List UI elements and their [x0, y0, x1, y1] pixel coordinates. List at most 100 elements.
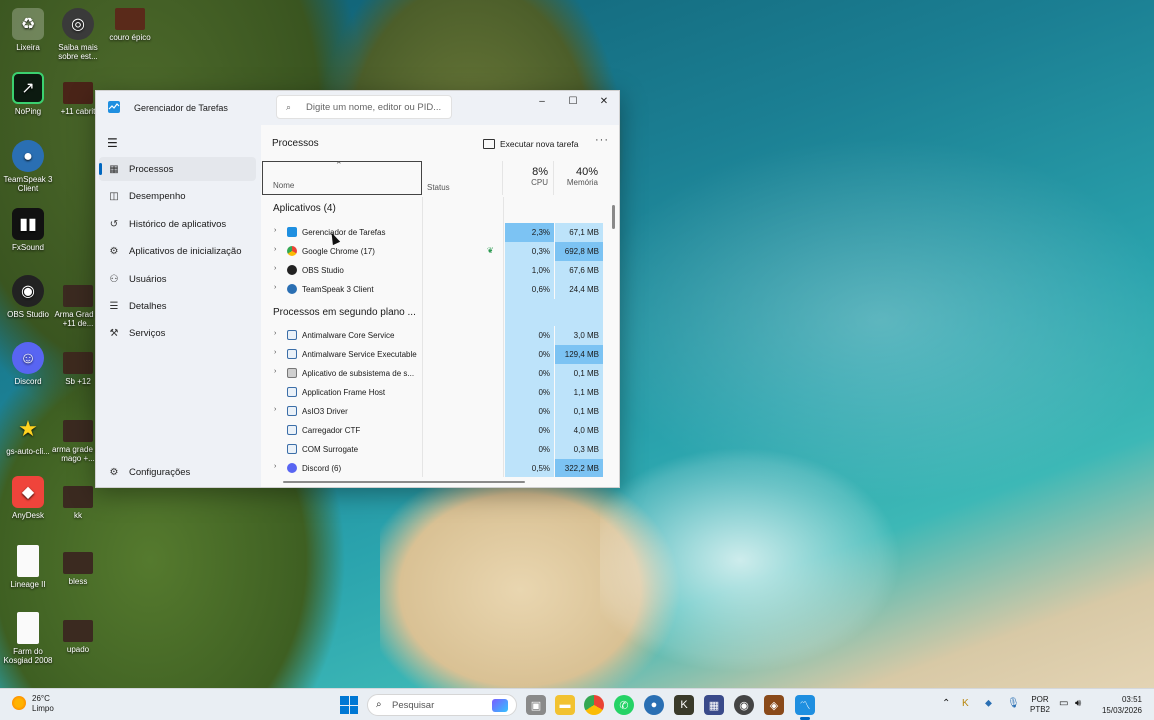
image-thumbnail-icon [63, 285, 93, 307]
chevron-right-icon[interactable]: › [274, 265, 276, 272]
image-thumbnail-icon [115, 8, 145, 30]
taskbar: 26°C Limpo ⌕ Pesquisar ▣ ▬ ✆ ● K ▦ ◉ ◈ 〽… [0, 688, 1154, 720]
desktop-icon-teamspeak[interactable]: ● TeamSpeak 3 Client [0, 140, 56, 193]
desktop-icon-couro-epico[interactable]: couro épico [102, 8, 158, 42]
desktop-icon-fxsound[interactable]: ▮▮ FxSound [0, 208, 56, 252]
chevron-right-icon[interactable]: › [274, 227, 276, 234]
language-indicator[interactable]: POR PTB2 [1030, 695, 1050, 715]
task-manager-taskbar-icon[interactable]: 〽 [795, 695, 815, 720]
sidebar-item-label: Usuários [129, 273, 167, 285]
process-row[interactable]: › OBS Studio 1,0% 67,6 MB [261, 261, 603, 280]
sidebar-item-servicos[interactable]: ⚒ Serviços [99, 321, 256, 345]
sidebar-item-configuracoes[interactable]: ⚙ Configurações [99, 460, 256, 484]
sidebar-item-usuarios[interactable]: ⚇ Usuários [99, 267, 256, 291]
game-launcher-icon[interactable]: K [674, 695, 694, 715]
task-view-icon[interactable]: ▣ [526, 695, 546, 715]
process-search-box[interactable]: ⌕ [276, 95, 452, 119]
microphone-icon[interactable]: 🎙︎ [1007, 698, 1020, 709]
taskbar-search[interactable]: ⌕ Pesquisar [367, 694, 517, 716]
column-header-memory[interactable]: 40% Memória [555, 161, 603, 195]
hamburger-menu-icon[interactable]: ☰ [107, 136, 118, 150]
sidebar-item-processos[interactable]: ▦ Processos [99, 157, 256, 181]
desktop-icon-farm[interactable]: Farm do Kosgiad 2008 [0, 612, 56, 665]
clock-date: 15/03/2026 [1101, 706, 1142, 715]
process-row[interactable]: › Google Chrome (17) ❦ 0,3% 692,8 MB [261, 242, 603, 261]
file-explorer-icon[interactable]: ▬ [555, 695, 575, 715]
desktop-icon-bless[interactable]: bless [50, 552, 106, 586]
desktop-icon-gs-auto[interactable]: ★ gs-auto-cli... [0, 412, 56, 456]
process-row[interactable]: › Gerenciador de Tarefas 2,3% 67,1 MB [261, 223, 603, 242]
performance-icon: ◫ [109, 190, 119, 202]
weather-widget[interactable]: 26°C Limpo [12, 694, 54, 714]
clock-time: 03:51 [1121, 695, 1142, 704]
sidebar-item-detalhes[interactable]: ☰ Detalhes [99, 294, 256, 318]
chevron-right-icon[interactable]: › [274, 246, 276, 253]
sidebar-item-inicializacao[interactable]: ⚙ Aplicativos de inicialização [99, 239, 256, 263]
column-header-name[interactable]: ⌃ Nome [262, 160, 422, 195]
noping-icon: ↗ [12, 72, 44, 104]
process-row[interactable]: › Aplicativo de subsistema de s... 0% 0,… [261, 364, 603, 383]
system-clock[interactable]: 03:51 15/03/2026 [1090, 694, 1142, 716]
desktop-icon-lixeira[interactable]: ♻ Lixeira [0, 8, 56, 52]
service-window-icon [287, 406, 297, 416]
chevron-right-icon[interactable]: › [274, 368, 276, 375]
run-new-task-label: Executar nova tarefa [500, 139, 579, 149]
document-icon [17, 545, 39, 577]
process-row[interactable]: › Antimalware Core Service 0% 3,0 MB [261, 326, 603, 345]
tray-app-icon[interactable]: K [962, 698, 969, 709]
column-header-status[interactable]: Status [423, 161, 503, 195]
obs-icon[interactable]: ◉ [734, 695, 754, 715]
column-header-cpu[interactable]: 8% CPU [504, 161, 554, 195]
windows-logo-icon [340, 696, 349, 705]
vertical-scrollbar[interactable] [612, 205, 615, 229]
desktop-icon-saiba-mais[interactable]: ◎ Saiba mais sobre est... [50, 8, 106, 61]
chevron-right-icon[interactable]: › [274, 463, 276, 470]
run-new-task-button[interactable]: Executar nova tarefa [483, 135, 578, 153]
process-row[interactable]: › Discord (6) 0,5% 322,2 MB [261, 459, 603, 477]
sidebar-item-historico[interactable]: ↺ Histórico de aplicativos [99, 212, 256, 236]
maximize-button[interactable]: ☐ [557, 91, 589, 111]
process-row[interactable]: › TeamSpeak 3 Client 0,6% 24,4 MB [261, 280, 603, 299]
tray-bluetooth-icon[interactable]: ⬥ [985, 698, 992, 709]
sidebar-item-label: Detalhes [129, 300, 167, 312]
sidebar-item-desempenho[interactable]: ◫ Desempenho [99, 184, 256, 208]
chevron-right-icon[interactable]: › [274, 349, 276, 356]
process-row[interactable]: Application Frame Host 0% 1,1 MB [261, 383, 603, 402]
teamspeak-icon[interactable]: ● [644, 695, 664, 715]
desktop-icon-lineage[interactable]: Lineage II [0, 545, 56, 589]
whatsapp-icon[interactable]: ✆ [614, 695, 634, 715]
chevron-right-icon[interactable]: › [274, 284, 276, 291]
minimize-button[interactable]: – [526, 91, 558, 111]
column-label-memory: Memória [566, 178, 598, 187]
process-search-input[interactable] [306, 100, 446, 115]
start-button[interactable] [340, 696, 358, 714]
process-row[interactable]: › Antimalware Service Executable 0% 129,… [261, 345, 603, 364]
horizontal-scrollbar[interactable] [283, 481, 525, 483]
process-row[interactable]: › AsIO3 Driver 0% 0,1 MB [261, 402, 603, 421]
efficiency-mode-leaf-icon: ❦ [487, 246, 494, 255]
desktop-icon-obs-studio[interactable]: ◉ OBS Studio [0, 275, 56, 319]
desktop-icon-upado[interactable]: upado [50, 620, 106, 654]
game-icon[interactable]: ◈ [764, 695, 784, 715]
more-options-icon[interactable]: ··· [595, 134, 609, 146]
task-manager-window: Gerenciador de Tarefas ⌕ – ☐ ✕ ☰ ▦ Proce… [95, 90, 620, 488]
desktop-icon-kk[interactable]: kk [50, 486, 106, 520]
desktop-icon-discord[interactable]: ☺ Discord [0, 342, 56, 386]
service-window-icon [287, 349, 297, 359]
users-icon: ⚇ [109, 273, 119, 285]
chrome-icon[interactable] [584, 695, 604, 715]
volume-icon[interactable]: 🔊︎ [1075, 698, 1081, 709]
desktop-icon-anydesk[interactable]: ◆ AnyDesk [0, 476, 56, 520]
process-row[interactable]: COM Surrogate 0% 0,3 MB [261, 440, 603, 459]
window-title: Gerenciador de Tarefas [134, 103, 228, 113]
title-bar[interactable]: Gerenciador de Tarefas ⌕ – ☐ ✕ [96, 91, 619, 125]
desktop-icon-noping[interactable]: ↗ NoPing [0, 72, 56, 116]
grid-app-icon[interactable]: ▦ [704, 695, 724, 715]
chevron-right-icon[interactable]: › [274, 406, 276, 413]
close-button[interactable]: ✕ [588, 91, 619, 111]
network-icon[interactable]: ▭ [1059, 698, 1068, 709]
chevron-up-icon[interactable]: ⌃ [942, 698, 950, 709]
history-icon: ↺ [109, 218, 119, 230]
process-row[interactable]: Carregador CTF 0% 4,0 MB [261, 421, 603, 440]
chevron-right-icon[interactable]: › [274, 330, 276, 337]
